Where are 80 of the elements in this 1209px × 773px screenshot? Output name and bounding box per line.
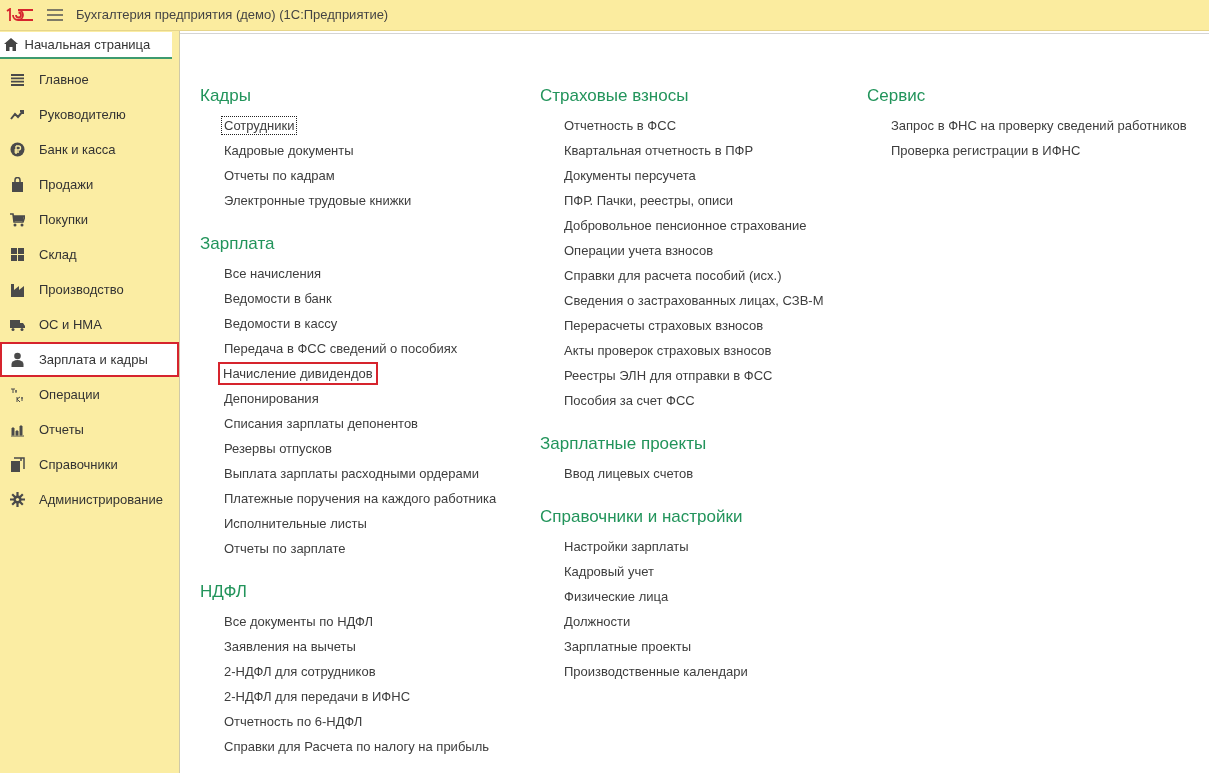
nav-link[interactable]: Начисление дивидендов: [218, 362, 378, 385]
nav-link[interactable]: Ведомости в банк: [221, 289, 335, 308]
person-icon: [10, 352, 25, 368]
home-icon: [4, 38, 18, 51]
nav-link[interactable]: Списания зарплаты депонентов: [221, 414, 422, 433]
sidebar-item[interactable]: Главное: [0, 62, 179, 98]
factory-icon: [10, 282, 25, 298]
nav-link[interactable]: Отчеты по кадрам: [221, 166, 338, 185]
books-icon: [10, 457, 25, 473]
nav-link[interactable]: Настройки зарплаты: [561, 537, 692, 556]
nav-link[interactable]: Перерасчеты страховых взносов: [561, 316, 767, 335]
nav-link[interactable]: Добровольное пенсионное страхование: [561, 216, 810, 235]
truck-icon: [10, 317, 25, 333]
home-tab[interactable]: Начальная страница: [0, 32, 172, 59]
nav-link[interactable]: Проверка регистрации в ИФНС: [888, 141, 1084, 160]
sidebar-item[interactable]: Операции: [0, 377, 179, 413]
nav-link[interactable]: Ведомости в кассу: [221, 314, 341, 333]
sidebar-item[interactable]: Банк и касса: [0, 132, 179, 168]
nav-link[interactable]: Пособия за счет ФСС: [561, 391, 698, 410]
shopping-bag-icon: [10, 177, 25, 193]
sidebar-item[interactable]: Администрирование: [0, 482, 179, 518]
nav-link[interactable]: Физические лица: [561, 587, 672, 606]
nav-link[interactable]: Справки для расчета пособий (исх.): [561, 266, 785, 285]
section-title: Страховые взносы: [540, 86, 690, 106]
nav-link[interactable]: Платежные поручения на каждого работника: [221, 489, 500, 508]
ruble-coin-icon: [10, 142, 25, 158]
nav-link[interactable]: Передача в ФСС сведений о пособиях: [221, 339, 461, 358]
sidebar-item[interactable]: Зарплата и кадры: [0, 342, 179, 378]
nav-link[interactable]: Справки для Расчета по налогу на прибыль: [221, 737, 493, 756]
bar-chart-icon: [10, 422, 25, 438]
nav-link[interactable]: Отчеты по зарплате: [221, 539, 349, 558]
sidebar-item[interactable]: Производство: [0, 272, 179, 308]
nav-link[interactable]: Кадровый учет: [561, 562, 657, 581]
nav-link[interactable]: Должности: [561, 612, 634, 631]
nav-link[interactable]: Зарплатные проекты: [561, 637, 695, 656]
section-title: Зарплата: [200, 234, 276, 254]
cart-icon: [10, 212, 25, 228]
grid-icon: [10, 247, 25, 263]
window-title: Бухгалтерия предприятия (демо) (1С:Предприятие): [76, 6, 389, 25]
logo-icon: [6, 8, 34, 22]
nav-link[interactable]: Ввод лицевых счетов: [561, 464, 697, 483]
sidebar-item[interactable]: Руководителю: [0, 97, 179, 133]
nav-link[interactable]: Запрос в ФНС на проверку сведений работников: [888, 116, 1190, 135]
nav-link[interactable]: Все начисления: [221, 264, 324, 283]
nav-link[interactable]: Резервы отпусков: [221, 439, 335, 458]
nav-link[interactable]: Выплата зарплаты расходными ордерами: [221, 464, 482, 483]
menu-icon: [10, 72, 25, 88]
nav-link[interactable]: Заявления на вычеты: [221, 637, 359, 656]
nav-link[interactable]: Реестры ЭЛН для отправки в ФСС: [561, 366, 776, 385]
nav-link[interactable]: 2-НДФЛ для передачи в ИФНС: [221, 687, 414, 706]
sidebar-item[interactable]: Склад: [0, 237, 179, 273]
nav-link[interactable]: Исполнительные листы: [221, 514, 370, 533]
nav-link[interactable]: Сотрудники: [221, 116, 298, 135]
nav-link[interactable]: ПФР. Пачки, реестры, описи: [561, 191, 737, 210]
nav-link[interactable]: Операции учета взносов: [561, 241, 717, 260]
nav-link[interactable]: Депонирования: [221, 389, 322, 408]
sidebar-item[interactable]: Отчеты: [0, 412, 179, 448]
sidebar-item[interactable]: ОС и НМА: [0, 307, 179, 343]
nav-link[interactable]: Отчетность в ФСС: [561, 116, 680, 135]
nav-link[interactable]: Производственные календари: [561, 662, 751, 681]
nav-link[interactable]: Документы персучета: [561, 166, 699, 185]
nav-link[interactable]: Квартальная отчетность в ПФР: [561, 141, 757, 160]
section-title: Сервис: [867, 86, 927, 106]
nav-link[interactable]: Кадровые документы: [221, 141, 357, 160]
nav-link[interactable]: Акты проверок страховых взносов: [561, 341, 775, 360]
nav-link[interactable]: Сведения о застрахованных лицах, СЗВ-М: [561, 291, 827, 310]
nav-link[interactable]: Электронные трудовые книжки: [221, 191, 415, 210]
sidebar-item[interactable]: Продажи: [0, 167, 179, 203]
section-title: Справочники и настройки: [540, 507, 744, 527]
section-title: НДФЛ: [200, 582, 248, 602]
sidebar-item[interactable]: Справочники: [0, 447, 179, 483]
section-title: Кадры: [200, 86, 252, 106]
debit-credit-icon: [10, 387, 25, 403]
nav-link[interactable]: Отчетность по 6-НДФЛ: [221, 712, 366, 731]
sidebar-item[interactable]: Покупки: [0, 202, 179, 238]
nav-link[interactable]: 2-НДФЛ для сотрудников: [221, 662, 379, 681]
menu-icon[interactable]: [47, 9, 63, 21]
nav-link[interactable]: Все документы по НДФЛ: [221, 612, 377, 631]
gear-icon: [10, 492, 25, 508]
section-title: Зарплатные проекты: [540, 434, 708, 454]
